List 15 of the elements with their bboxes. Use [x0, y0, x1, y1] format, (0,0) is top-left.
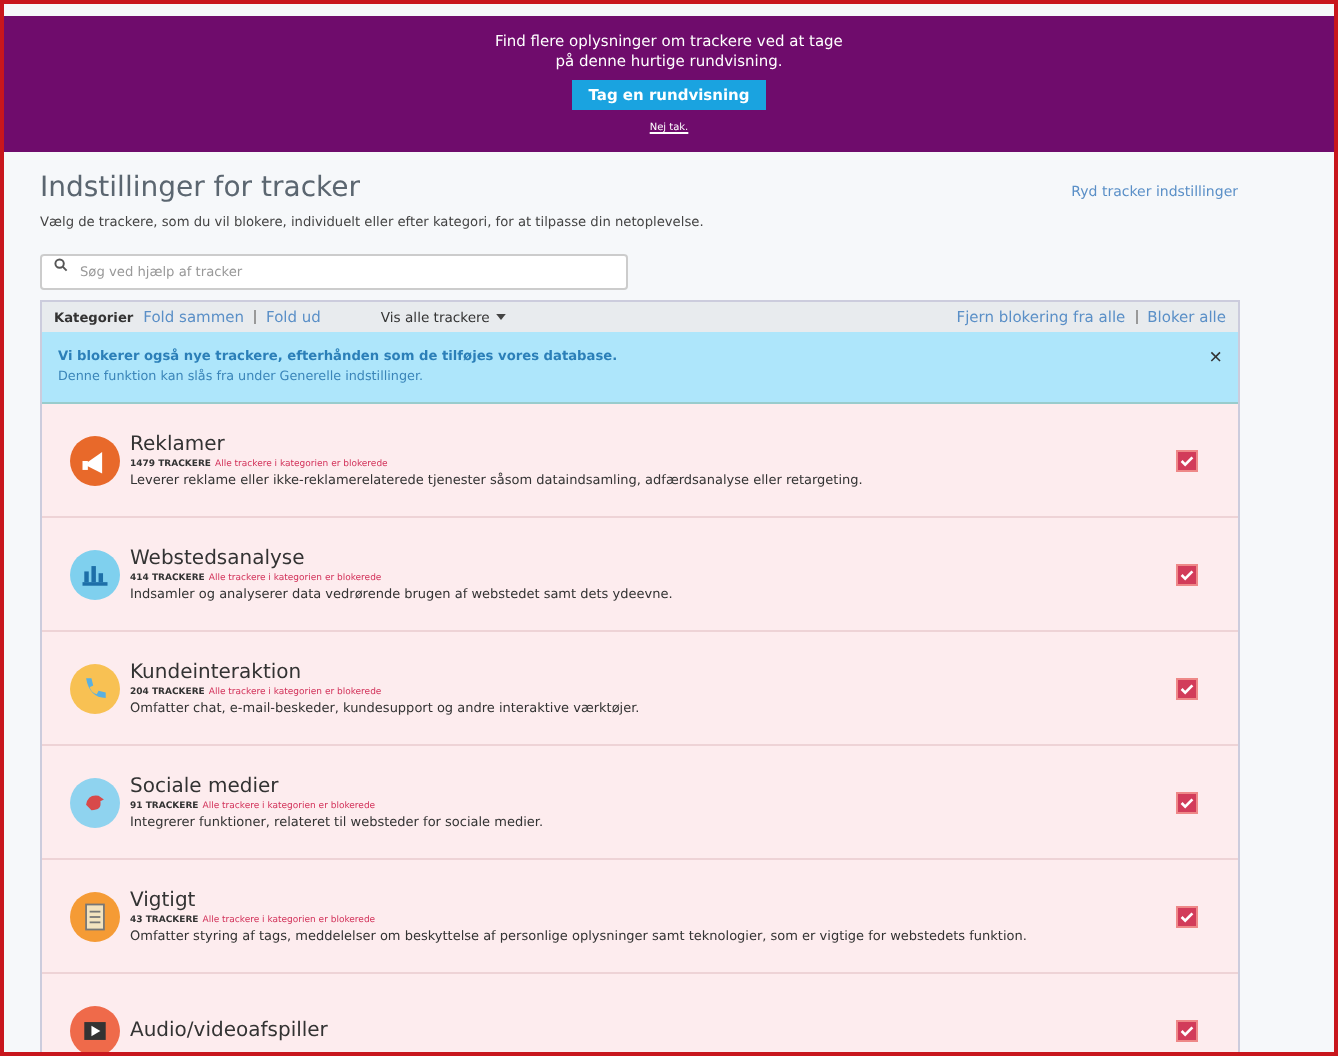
caret-icon [495, 314, 506, 320]
block-checkbox[interactable] [1176, 1019, 1198, 1041]
block-checkbox[interactable] [1176, 791, 1198, 813]
category-name: Reklamer [130, 433, 227, 455]
block-checkbox[interactable] [1176, 563, 1198, 585]
category-name: Kundeinteraktion [130, 661, 304, 683]
block-checkbox[interactable] [1176, 677, 1198, 699]
page-title: Indstillinger for tracker [40, 172, 361, 204]
block-checkbox[interactable] [1176, 905, 1198, 927]
category-name: Sociale medier [130, 775, 281, 797]
category-name: Vigtigt [130, 889, 198, 911]
close-button[interactable]: × [1209, 348, 1222, 368]
block-checkbox[interactable] [1176, 449, 1198, 471]
category-name: Audio/videoafspiller [130, 1019, 330, 1041]
category-name: Webstedsanalyse [130, 547, 307, 569]
